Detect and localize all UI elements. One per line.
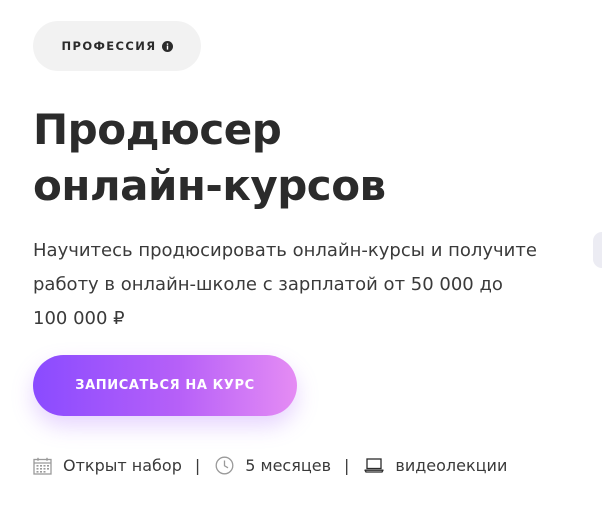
course-description-line-2: работу в онлайн-школе с зарплатой от 50 … <box>33 274 503 295</box>
clock-icon <box>215 456 234 475</box>
badge-label: ПРОФЕССИЯ <box>61 39 157 53</box>
meta-duration-label: 5 месяцев <box>245 456 332 475</box>
meta-separator: | <box>344 456 350 475</box>
meta-duration: 5 месяцев <box>215 456 331 475</box>
enroll-button[interactable]: ЗАПИСАТЬСЯ НА КУРС <box>33 355 297 416</box>
course-description-line-1: Научитесь продюсировать онлайн-курсы и п… <box>33 240 537 261</box>
calendar-icon <box>33 457 52 475</box>
profession-badge[interactable]: ПРОФЕССИЯ <box>33 21 201 71</box>
carousel-edge-indicator <box>593 232 602 268</box>
laptop-icon <box>364 458 385 473</box>
meta-enrollment-label: Открыт набор <box>63 456 182 475</box>
meta-format-label: видеолекции <box>395 456 508 475</box>
meta-format: видеолекции <box>364 456 507 475</box>
meta-separator: | <box>194 456 201 475</box>
course-title-line-1: Продюсер <box>33 105 282 154</box>
course-title: Продюсер онлайн-курсов <box>33 102 553 214</box>
course-meta: Открыт набор | 5 месяцев | видеолекции <box>33 456 507 475</box>
course-title-line-2: онлайн-курсов <box>33 161 386 210</box>
meta-enrollment: Открыт набор <box>33 456 182 475</box>
info-icon[interactable] <box>161 40 173 52</box>
course-description: Научитесь продюсировать онлайн-курсы и п… <box>33 234 593 336</box>
course-description-line-3: 100 000 ₽ <box>33 308 125 329</box>
